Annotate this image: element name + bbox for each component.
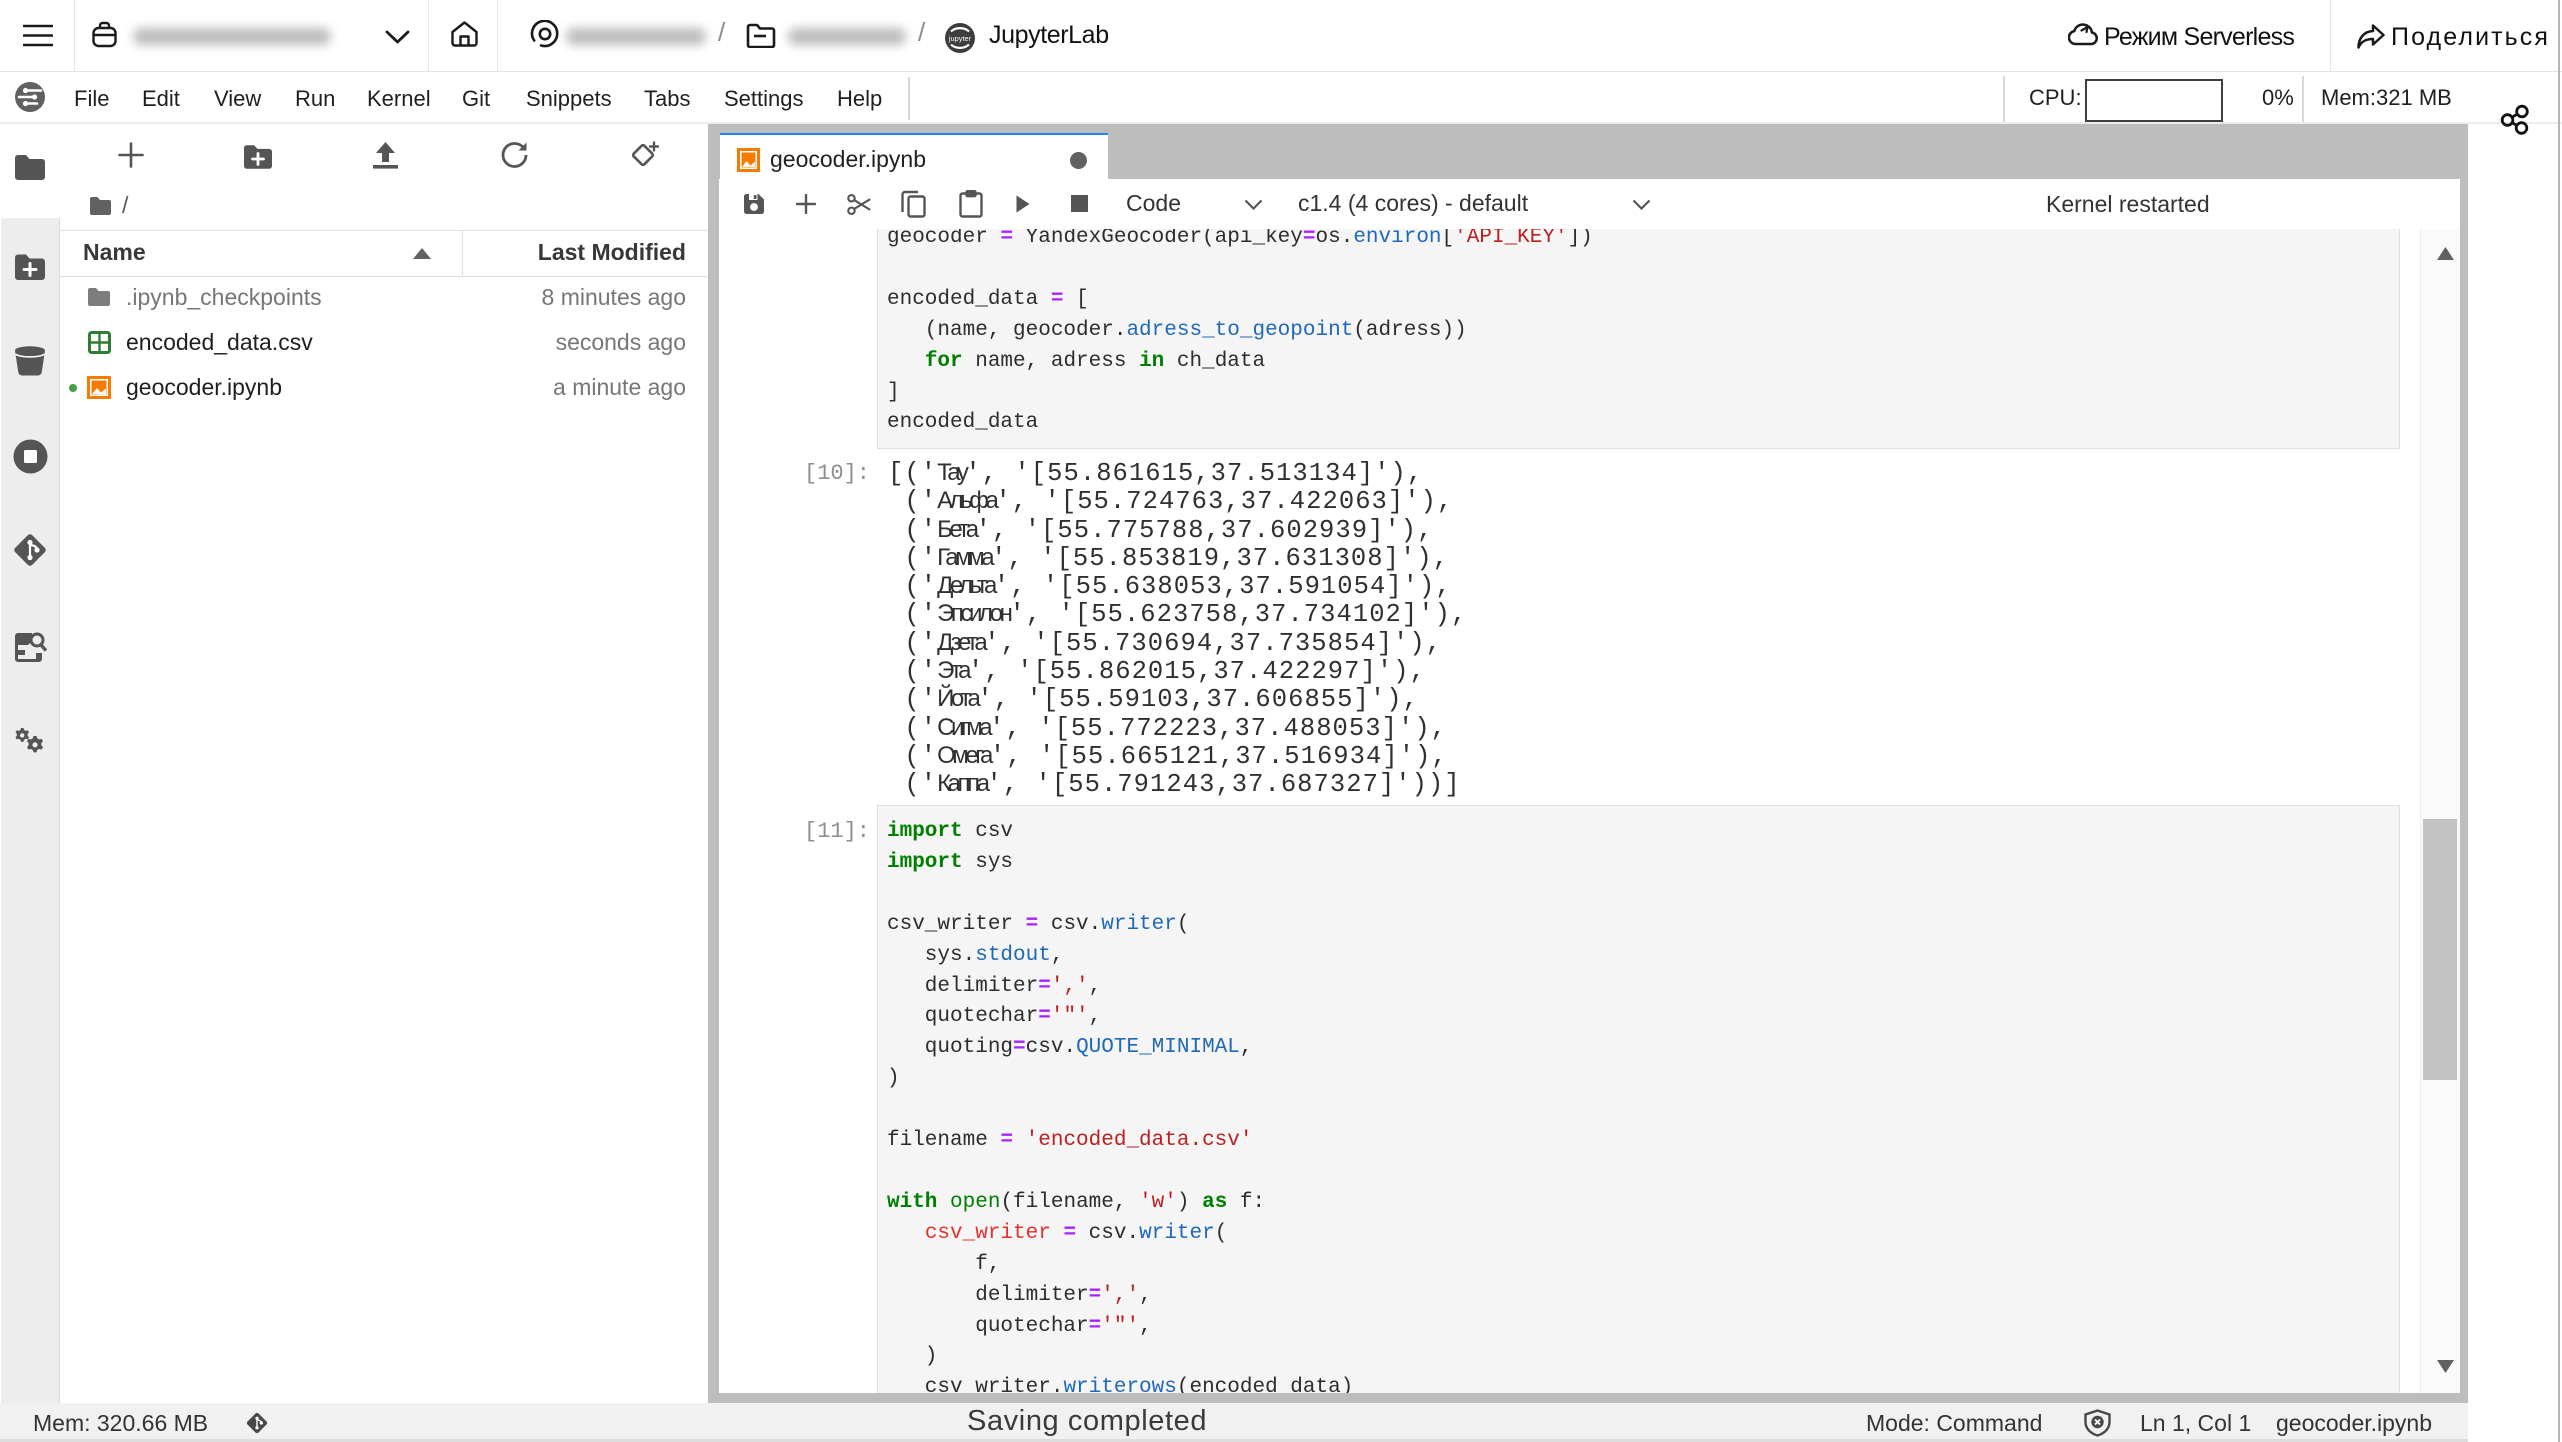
svg-text:jupyter: jupyter <box>948 34 972 43</box>
